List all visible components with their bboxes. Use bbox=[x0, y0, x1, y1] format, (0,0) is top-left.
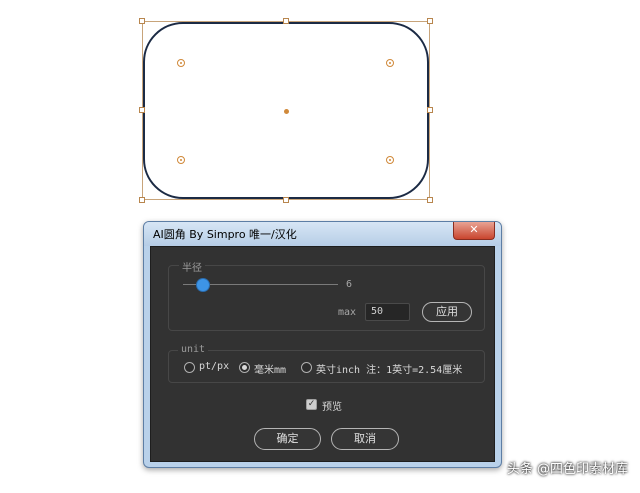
dialog-panel: 半径 6 max 50 应用 unit pt/px 毫米mm 英寸inch 注：… bbox=[150, 246, 495, 462]
resize-handle-top-right[interactable] bbox=[427, 18, 433, 24]
apply-button[interactable]: 应用 bbox=[422, 302, 472, 322]
dialog-titlebar[interactable]: AI圆角 By Simpro 唯一/汉化 ✕ bbox=[144, 222, 501, 246]
center-point bbox=[284, 109, 289, 114]
unit-label-ptpx: pt/px bbox=[199, 361, 230, 372]
resize-handle-top-center[interactable] bbox=[283, 18, 289, 24]
preview-label: 预览 bbox=[322, 402, 342, 413]
close-x-icon: ✕ bbox=[469, 223, 479, 236]
dialog-title: AI圆角 By Simpro 唯一/汉化 bbox=[153, 228, 297, 241]
radius-value-label: 6 bbox=[346, 279, 353, 290]
resize-handle-top-left[interactable] bbox=[139, 18, 145, 24]
corner-widget-top-left[interactable] bbox=[177, 59, 185, 67]
watermark-text: 头条 @四色印素材库 bbox=[506, 462, 628, 477]
resize-handle-bottom-center[interactable] bbox=[283, 197, 289, 203]
corner-widget-top-right[interactable] bbox=[386, 59, 394, 67]
close-button[interactable]: ✕ bbox=[453, 222, 495, 240]
max-label: max bbox=[338, 307, 357, 318]
unit-group-label: unit bbox=[178, 344, 209, 355]
resize-handle-bottom-right[interactable] bbox=[427, 197, 433, 203]
cancel-button[interactable]: 取消 bbox=[331, 428, 399, 450]
resize-handle-bottom-left[interactable] bbox=[139, 197, 145, 203]
preview-checkbox[interactable]: ✓ bbox=[306, 399, 317, 410]
ok-button[interactable]: 确定 bbox=[254, 428, 321, 450]
unit-radio-mm[interactable] bbox=[239, 362, 250, 373]
artboard[interactable] bbox=[0, 0, 640, 215]
resize-handle-middle-left[interactable] bbox=[139, 107, 145, 113]
max-input[interactable]: 50 bbox=[365, 303, 410, 321]
unit-label-inch: 英寸inch 注：1英寸=2.54厘米 bbox=[316, 365, 463, 376]
corner-widget-bottom-right[interactable] bbox=[386, 156, 394, 164]
unit-radio-ptpx[interactable] bbox=[184, 362, 195, 373]
corner-widget-bottom-left[interactable] bbox=[177, 156, 185, 164]
checkmark-icon: ✓ bbox=[307, 399, 316, 409]
unit-label-mm: 毫米mm bbox=[254, 365, 287, 376]
round-corner-dialog: AI圆角 By Simpro 唯一/汉化 ✕ 半径 6 max 50 应用 un… bbox=[143, 221, 502, 468]
resize-handle-middle-right[interactable] bbox=[427, 107, 433, 113]
unit-radio-inch[interactable] bbox=[301, 362, 312, 373]
radius-group-label: 半径 bbox=[179, 259, 205, 274]
